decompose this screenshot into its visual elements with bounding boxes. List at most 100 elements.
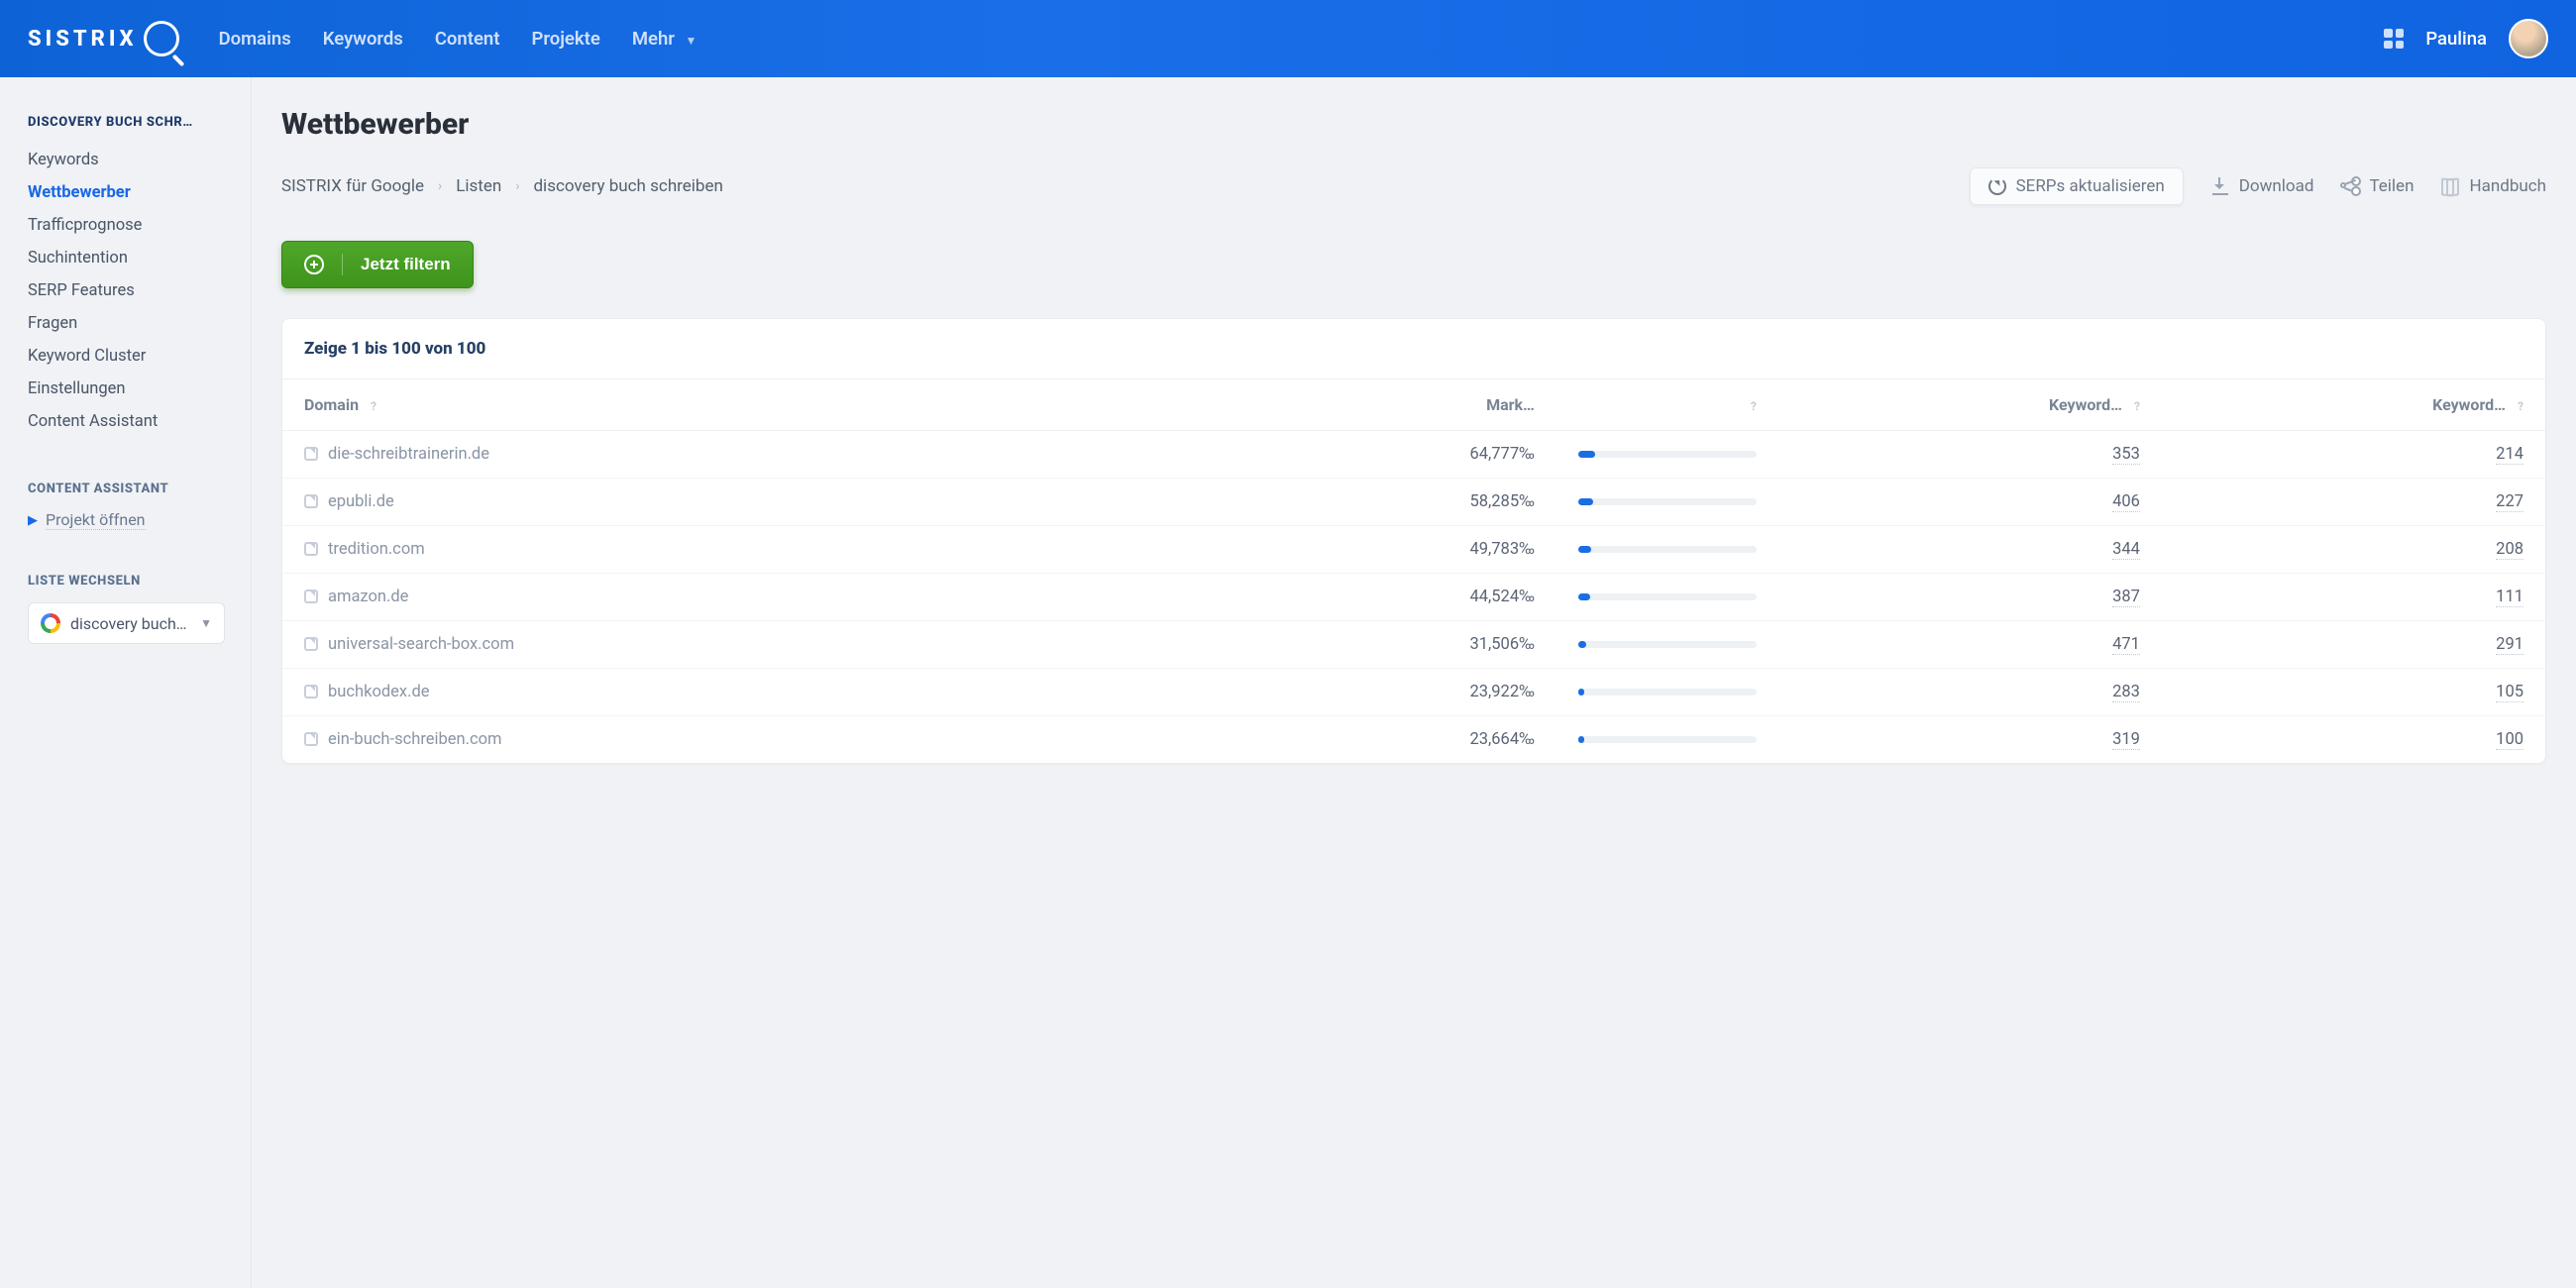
cell-kw1[interactable]: 283: [1778, 669, 2162, 716]
share-label: Teilen: [2369, 176, 2414, 196]
cell-kw2[interactable]: 111: [2162, 574, 2545, 621]
bar-track: [1578, 593, 1757, 600]
open-project-link[interactable]: ▶ Projekt öffnen: [28, 510, 225, 530]
sidebar-item[interactable]: Trafficprognose: [28, 209, 225, 242]
cell-kw2[interactable]: 227: [2162, 479, 2545, 526]
cell-kw1[interactable]: 406: [1778, 479, 2162, 526]
cell-domain[interactable]: tredition.com: [282, 526, 1175, 574]
bar-track: [1578, 498, 1757, 505]
arrow-right-icon: ▶: [28, 513, 38, 528]
external-link-icon[interactable]: [304, 637, 318, 651]
col-share-label: Mark…: [1486, 395, 1535, 414]
breadcrumb: SISTRIX für Google › Listen › discovery …: [281, 176, 723, 196]
nav-projekte[interactable]: Projekte: [531, 28, 599, 50]
nav-domains[interactable]: Domains: [219, 28, 291, 50]
competitors-table-card: Zeige 1 bis 100 von 100 Domain ? Mark… ?: [281, 318, 2546, 764]
cell-kw2[interactable]: 208: [2162, 526, 2545, 574]
external-link-icon[interactable]: [304, 447, 318, 461]
cell-share: 58,285‰: [1175, 479, 1556, 526]
bar-track: [1578, 736, 1757, 743]
filter-button[interactable]: Jetzt filtern: [281, 241, 474, 288]
refresh-label: SERPs aktualisieren: [2016, 176, 2165, 196]
nav-mehr[interactable]: Mehr ▼: [632, 28, 698, 50]
avatar[interactable]: [2509, 19, 2548, 58]
user-name[interactable]: Paulina: [2425, 28, 2487, 50]
sidebar-item[interactable]: SERP Features: [28, 274, 225, 307]
sidebar-item[interactable]: Content Assistant: [28, 405, 225, 438]
brand-logo[interactable]: SISTRIX: [28, 21, 179, 56]
help-icon[interactable]: ?: [1751, 399, 1757, 413]
download-button[interactable]: Download: [2211, 176, 2314, 196]
table-row: amazon.de44,524‰ 387111: [282, 574, 2545, 621]
bar-track: [1578, 641, 1757, 648]
cell-kw2[interactable]: 105: [2162, 669, 2545, 716]
share-icon: [2341, 177, 2359, 195]
col-kw2[interactable]: Keyword… ?: [2162, 379, 2545, 431]
sidebar-item[interactable]: Keywords: [28, 144, 225, 176]
table-row: epubli.de58,285‰ 406227: [282, 479, 2545, 526]
external-link-icon[interactable]: [304, 494, 318, 508]
handbook-button[interactable]: Handbuch: [2441, 176, 2546, 196]
table-row: universal-search-box.com31,506‰ 471291: [282, 621, 2545, 669]
cell-share: 23,664‰: [1175, 716, 1556, 764]
nav-keywords[interactable]: Keywords: [323, 28, 403, 50]
cell-bar: [1556, 621, 1778, 669]
bar-fill: [1578, 546, 1591, 553]
col-domain-label: Domain: [304, 395, 359, 414]
help-icon[interactable]: ?: [371, 399, 376, 413]
cell-kw1[interactable]: 344: [1778, 526, 2162, 574]
cell-domain[interactable]: die-schreibtrainerin.de: [282, 431, 1175, 479]
cell-domain[interactable]: epubli.de: [282, 479, 1175, 526]
cell-kw1[interactable]: 387: [1778, 574, 2162, 621]
plus-circle-icon: [304, 255, 324, 274]
table-row: tredition.com49,783‰344208: [282, 526, 2545, 574]
crumb-1[interactable]: Listen: [456, 176, 501, 196]
external-link-icon[interactable]: [304, 590, 318, 603]
search-icon: [144, 21, 179, 56]
cell-kw1[interactable]: 471: [1778, 621, 2162, 669]
cell-bar: [1556, 669, 1778, 716]
cell-share: 44,524‰: [1175, 574, 1556, 621]
cell-kw1[interactable]: 353: [1778, 431, 2162, 479]
col-domain[interactable]: Domain ?: [282, 379, 1175, 431]
crumb-0[interactable]: SISTRIX für Google: [281, 176, 424, 196]
sidebar-item[interactable]: Suchintention: [28, 242, 225, 274]
download-label: Download: [2239, 176, 2314, 196]
nav-content[interactable]: Content: [435, 28, 500, 50]
cell-kw2[interactable]: 291: [2162, 621, 2545, 669]
sidebar-item[interactable]: Keyword Cluster: [28, 340, 225, 373]
chevron-down-icon: ▼: [686, 34, 698, 48]
help-icon[interactable]: ?: [2134, 399, 2140, 413]
external-link-icon[interactable]: [304, 685, 318, 698]
share-button[interactable]: Teilen: [2341, 176, 2414, 196]
cell-bar: [1556, 716, 1778, 764]
sidebar-item[interactable]: Einstellungen: [28, 373, 225, 405]
external-link-icon[interactable]: [304, 732, 318, 746]
crumb-2[interactable]: discovery buch schreiben: [533, 176, 722, 196]
cell-domain[interactable]: ein-buch-schreiben.com: [282, 716, 1175, 764]
cell-kw1[interactable]: 319: [1778, 716, 2162, 764]
cell-share: 31,506‰: [1175, 621, 1556, 669]
refresh-serps-button[interactable]: SERPs aktualisieren: [1970, 167, 2184, 205]
chevron-right-icon: ›: [438, 178, 442, 194]
cell-kw2[interactable]: 214: [2162, 431, 2545, 479]
col-share[interactable]: Mark…: [1175, 379, 1556, 431]
help-icon[interactable]: ?: [2518, 399, 2523, 413]
sidebar-item[interactable]: Fragen: [28, 307, 225, 340]
apps-icon[interactable]: [2384, 29, 2404, 49]
cell-domain[interactable]: amazon.de: [282, 574, 1175, 621]
cell-kw2[interactable]: 100: [2162, 716, 2545, 764]
cell-domain[interactable]: buchkodex.de: [282, 669, 1175, 716]
cell-bar: [1556, 574, 1778, 621]
list-switcher[interactable]: discovery buch s… ▼: [28, 602, 225, 644]
col-kw1[interactable]: Keyword… ?: [1778, 379, 2162, 431]
table-summary: Zeige 1 bis 100 von 100: [282, 319, 2545, 379]
cell-domain[interactable]: universal-search-box.com: [282, 621, 1175, 669]
cell-share: 23,922‰: [1175, 669, 1556, 716]
book-icon: [2441, 178, 2459, 194]
col-bar: ?: [1556, 379, 1778, 431]
external-link-icon[interactable]: [304, 542, 318, 556]
sidebar-item[interactable]: Wettbewerber: [28, 176, 225, 209]
main: Wettbewerber SISTRIX für Google › Listen…: [252, 77, 2576, 1288]
table-row: buchkodex.de23,922‰ 283105: [282, 669, 2545, 716]
